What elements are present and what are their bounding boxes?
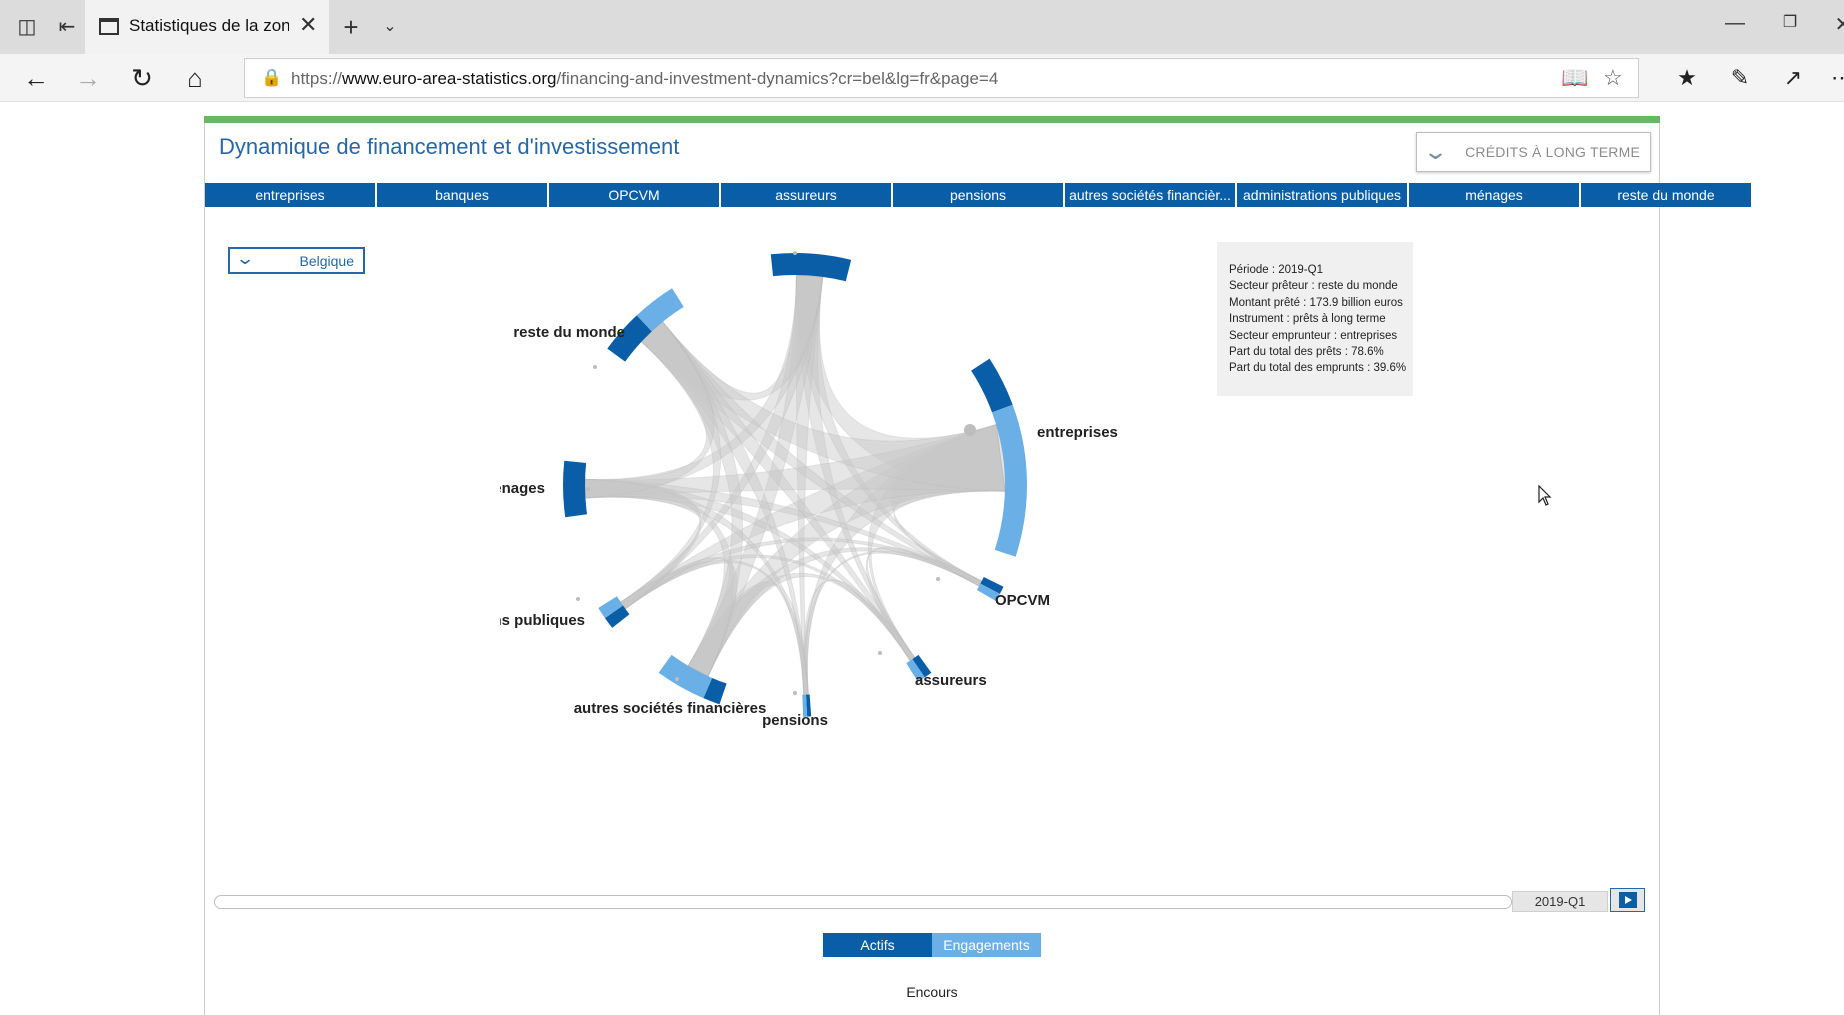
- address-bar[interactable]: 🔒 https://www.euro-area-statistics.org/f…: [244, 58, 1639, 98]
- home-icon[interactable]: ⌂: [178, 62, 212, 94]
- tooltip-line: Instrument : prêts à long terme: [1229, 313, 1386, 326]
- header-accent-bar: [204, 116, 1660, 123]
- chevron-down-icon: ⌄: [235, 249, 256, 268]
- chord-arc-inner[interactable]: [563, 460, 588, 518]
- minimize-icon[interactable]: —: [1720, 12, 1750, 35]
- chord-node-label: entreprises: [1037, 424, 1118, 441]
- back-icon[interactable]: ←: [19, 62, 53, 94]
- instrument-dropdown[interactable]: ⌄ CRÉDITS À LONG TERME: [1416, 132, 1651, 172]
- play-icon: [1619, 892, 1637, 908]
- play-button[interactable]: [1610, 888, 1645, 912]
- chord-node-label: OPCVM: [995, 592, 1050, 609]
- sector-tab-bar: entreprises banques OPCVM assureurs pens…: [205, 183, 1753, 207]
- favorites-list-icon[interactable]: ★: [1670, 62, 1704, 94]
- tooltip-line: Secteur prêteur : reste du monde: [1229, 280, 1398, 293]
- chord-node-dot: [793, 251, 797, 255]
- chord-node-dot: [593, 365, 597, 369]
- chevron-down-icon: ⌄: [1422, 139, 1449, 164]
- url-text[interactable]: https://www.euro-area-statistics.org/fin…: [291, 69, 998, 89]
- chord-node-label: reste du monde: [513, 324, 625, 341]
- forward-icon[interactable]: →: [71, 62, 105, 94]
- browser-tab[interactable]: Statistiques de la zone euro ✕: [85, 0, 329, 54]
- actifs-button[interactable]: Actifs: [823, 933, 932, 957]
- page-title: Dynamique de financement et d'investisse…: [219, 134, 680, 159]
- engagements-button[interactable]: Engagements: [932, 933, 1041, 957]
- chord-node-dot: [586, 487, 590, 491]
- encours-label: Encours: [906, 984, 958, 1000]
- reading-view-icon[interactable]: 📖: [1561, 65, 1588, 91]
- page-favicon-icon: [99, 18, 119, 35]
- tab-actions-icon[interactable]: ◫: [12, 12, 42, 42]
- chord-node-label: autres sociétés financières: [574, 700, 767, 717]
- tab-close-icon[interactable]: ✕: [299, 12, 317, 38]
- tab-list-chevron-icon[interactable]: ⌄: [375, 12, 405, 42]
- chord-node-dot: [675, 677, 679, 681]
- country-dropdown-label: Belgique: [299, 253, 355, 269]
- tab-title: Statistiques de la zone euro: [129, 16, 289, 35]
- period-label: 2019-Q1: [1512, 891, 1608, 912]
- chord-node-dot: [878, 651, 882, 655]
- timeline-slider[interactable]: [214, 895, 1512, 909]
- instrument-dropdown-label: CRÉDITS À LONG TERME: [1465, 144, 1640, 160]
- tabs-aside-icon[interactable]: ⇤: [52, 12, 82, 42]
- chord-node-dot: [576, 597, 580, 601]
- share-icon[interactable]: ↗: [1776, 62, 1810, 94]
- chord-node-label: assureurs: [915, 672, 987, 689]
- country-dropdown[interactable]: ⌄ Belgique: [228, 247, 365, 274]
- chord-arc-outer[interactable]: [971, 358, 1013, 413]
- lock-icon: 🔒: [261, 68, 283, 87]
- chord-node-label: ménages: [500, 480, 545, 497]
- chord-tooltip: Période : 2019-Q1 Secteur prêteur : rest…: [1217, 242, 1413, 396]
- tab-pensions[interactable]: pensions: [893, 183, 1063, 207]
- tab-reste-du-monde[interactable]: reste du monde: [1581, 183, 1751, 207]
- favorite-star-icon[interactable]: ☆: [1603, 65, 1623, 91]
- mouse-cursor-icon: [1538, 485, 1552, 506]
- chord-node-label: administrations publiques: [500, 612, 585, 629]
- browser-tab-bar: ◫ ⇤ Statistiques de la zone euro ✕ + ⌄ —…: [0, 0, 1844, 54]
- chord-node-dot: [964, 424, 976, 436]
- more-icon[interactable]: ⋯: [1825, 62, 1844, 94]
- tooltip-line: Part du total des emprunts : 39.6%: [1229, 362, 1407, 375]
- tab-entreprises[interactable]: entreprises: [205, 183, 375, 207]
- tooltip-line: Secteur emprunteur : entreprises: [1229, 329, 1398, 342]
- tab-assureurs[interactable]: assureurs: [721, 183, 891, 207]
- tooltip-line: Période : 2019-Q1: [1229, 264, 1323, 276]
- chord-ribbons: [584, 274, 1006, 696]
- tab-administrations-publiques[interactable]: administrations publiques: [1237, 183, 1407, 207]
- tooltip-line: Montant prêté : 173.9 billion euros: [1229, 296, 1403, 309]
- tooltip-line: Part du total des prêts : 78.6%: [1229, 346, 1384, 359]
- tab-autres-societes-financieres[interactable]: autres sociétés financièr...: [1065, 183, 1235, 207]
- chord-node-dot: [793, 691, 797, 695]
- pen-icon[interactable]: ✎: [1723, 62, 1757, 94]
- tab-opcvm[interactable]: OPCVM: [549, 183, 719, 207]
- close-window-icon[interactable]: ✕: [1828, 12, 1844, 37]
- browser-nav-bar: ← → ↻ ⌂ 🔒 https://www.euro-area-statisti…: [0, 54, 1844, 102]
- chord-node-label: pensions: [762, 712, 828, 729]
- tab-banques[interactable]: banques: [377, 183, 547, 207]
- chord-diagram: banquesentreprisesOPCVMassureurspensions…: [500, 251, 1118, 729]
- restore-icon[interactable]: ❐: [1775, 12, 1805, 32]
- tab-menages[interactable]: ménages: [1409, 183, 1579, 207]
- chord-node-dot: [936, 577, 940, 581]
- refresh-icon[interactable]: ↻: [125, 62, 159, 94]
- new-tab-icon[interactable]: +: [336, 12, 366, 42]
